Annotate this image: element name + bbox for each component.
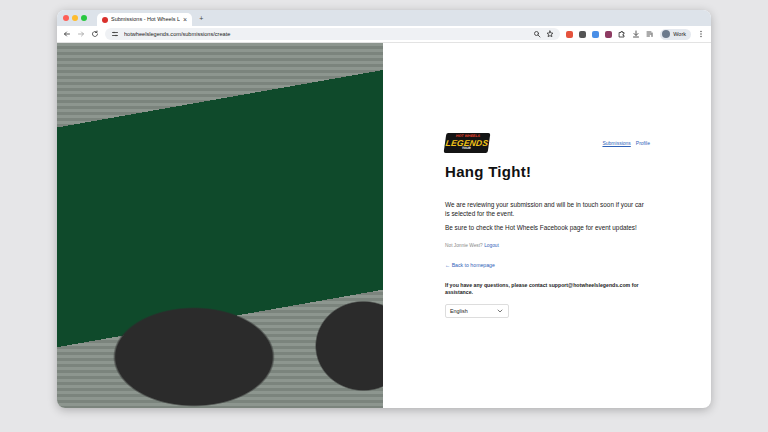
message: We are reviewing your submission and wil… bbox=[445, 201, 650, 237]
favicon-icon bbox=[102, 17, 108, 23]
avatar-icon bbox=[662, 30, 670, 38]
account-prompt: Not Jonnie West? bbox=[445, 243, 483, 248]
tab-title: Submissions - Hot Wheels L bbox=[111, 15, 180, 23]
content-panel: HOT WHEELSLEGENDSTOURSubmissionsProfileH… bbox=[383, 43, 711, 408]
media-controls-icon[interactable] bbox=[646, 30, 654, 38]
account-line: Not Jonnie West? Logout bbox=[445, 242, 650, 249]
bookmark-star-icon[interactable] bbox=[546, 30, 554, 38]
forward-arrow-icon[interactable] bbox=[77, 30, 85, 38]
url-text: hotwheelslegends.com/submissions/create bbox=[124, 30, 528, 38]
reload-icon[interactable] bbox=[91, 30, 99, 38]
site-settings-icon[interactable] bbox=[111, 30, 119, 38]
new-tab-button[interactable]: + bbox=[196, 15, 206, 22]
profile-button[interactable]: Work bbox=[660, 29, 691, 40]
nav-link[interactable]: Submissions bbox=[602, 140, 630, 148]
back-link[interactable]: ← Back to homepage bbox=[445, 262, 495, 270]
address-bar[interactable]: hotwheelslegends.com/submissions/create bbox=[105, 28, 560, 40]
close-button[interactable] bbox=[63, 15, 69, 21]
top-nav: Submissions Profile bbox=[602, 140, 650, 148]
browser-toolbar: hotwheelslegends.com/submissions/create W… bbox=[57, 26, 711, 43]
legends-logo[interactable]: HOT WHEELSLEGENDSTOUR bbox=[444, 133, 491, 153]
chevron-down-icon bbox=[496, 307, 504, 315]
message-paragraph: Be sure to check the Hot Wheels Facebook… bbox=[445, 224, 650, 233]
page-header: HOT WHEELSLEGENDSTOUR Submissions Profile bbox=[445, 133, 650, 153]
browser-window: Submissions - Hot Wheels L× + hotwheelsleg… bbox=[57, 10, 711, 408]
logo-sub-text: TOUR bbox=[461, 148, 470, 151]
download-icon[interactable] bbox=[632, 30, 640, 38]
extension-grey-icon[interactable] bbox=[579, 31, 586, 38]
back-link-row: ← Back to homepage bbox=[445, 250, 650, 274]
extension-red-icon[interactable] bbox=[566, 31, 573, 38]
tab-close-button[interactable]: × bbox=[183, 16, 187, 23]
zoom-icon[interactable] bbox=[533, 30, 541, 38]
nav-link[interactable]: Profile bbox=[636, 140, 650, 148]
extension-purple-icon[interactable] bbox=[605, 31, 612, 38]
browser-tab[interactable]: Submissions - Hot Wheels L× bbox=[97, 13, 192, 26]
message-paragraph: We are reviewing your submission and wil… bbox=[445, 201, 650, 218]
car-photo bbox=[57, 43, 383, 408]
minimize-button[interactable] bbox=[72, 15, 78, 21]
profile-label: Work bbox=[673, 30, 686, 38]
window-controls bbox=[63, 15, 87, 21]
extension-blue-icon[interactable] bbox=[592, 31, 599, 38]
logout-link[interactable]: Logout bbox=[484, 243, 499, 248]
extensions-puzzle-icon[interactable] bbox=[618, 30, 626, 38]
menu-kebab-icon[interactable] bbox=[697, 30, 705, 38]
zoom-button[interactable] bbox=[81, 15, 87, 21]
page-heading: Hang Tight! bbox=[445, 163, 650, 181]
back-arrow-icon[interactable] bbox=[63, 30, 71, 38]
tab-strip: Submissions - Hot Wheels L× + bbox=[57, 10, 711, 26]
contact-note: If you have any questions, please contac… bbox=[445, 282, 650, 297]
language-select[interactable]: English bbox=[445, 304, 509, 318]
logo-main-text: LEGENDS bbox=[445, 139, 489, 148]
language-value: English bbox=[450, 307, 468, 315]
web-page: HOT WHEELSLEGENDSTOURSubmissionsProfileH… bbox=[57, 43, 711, 408]
